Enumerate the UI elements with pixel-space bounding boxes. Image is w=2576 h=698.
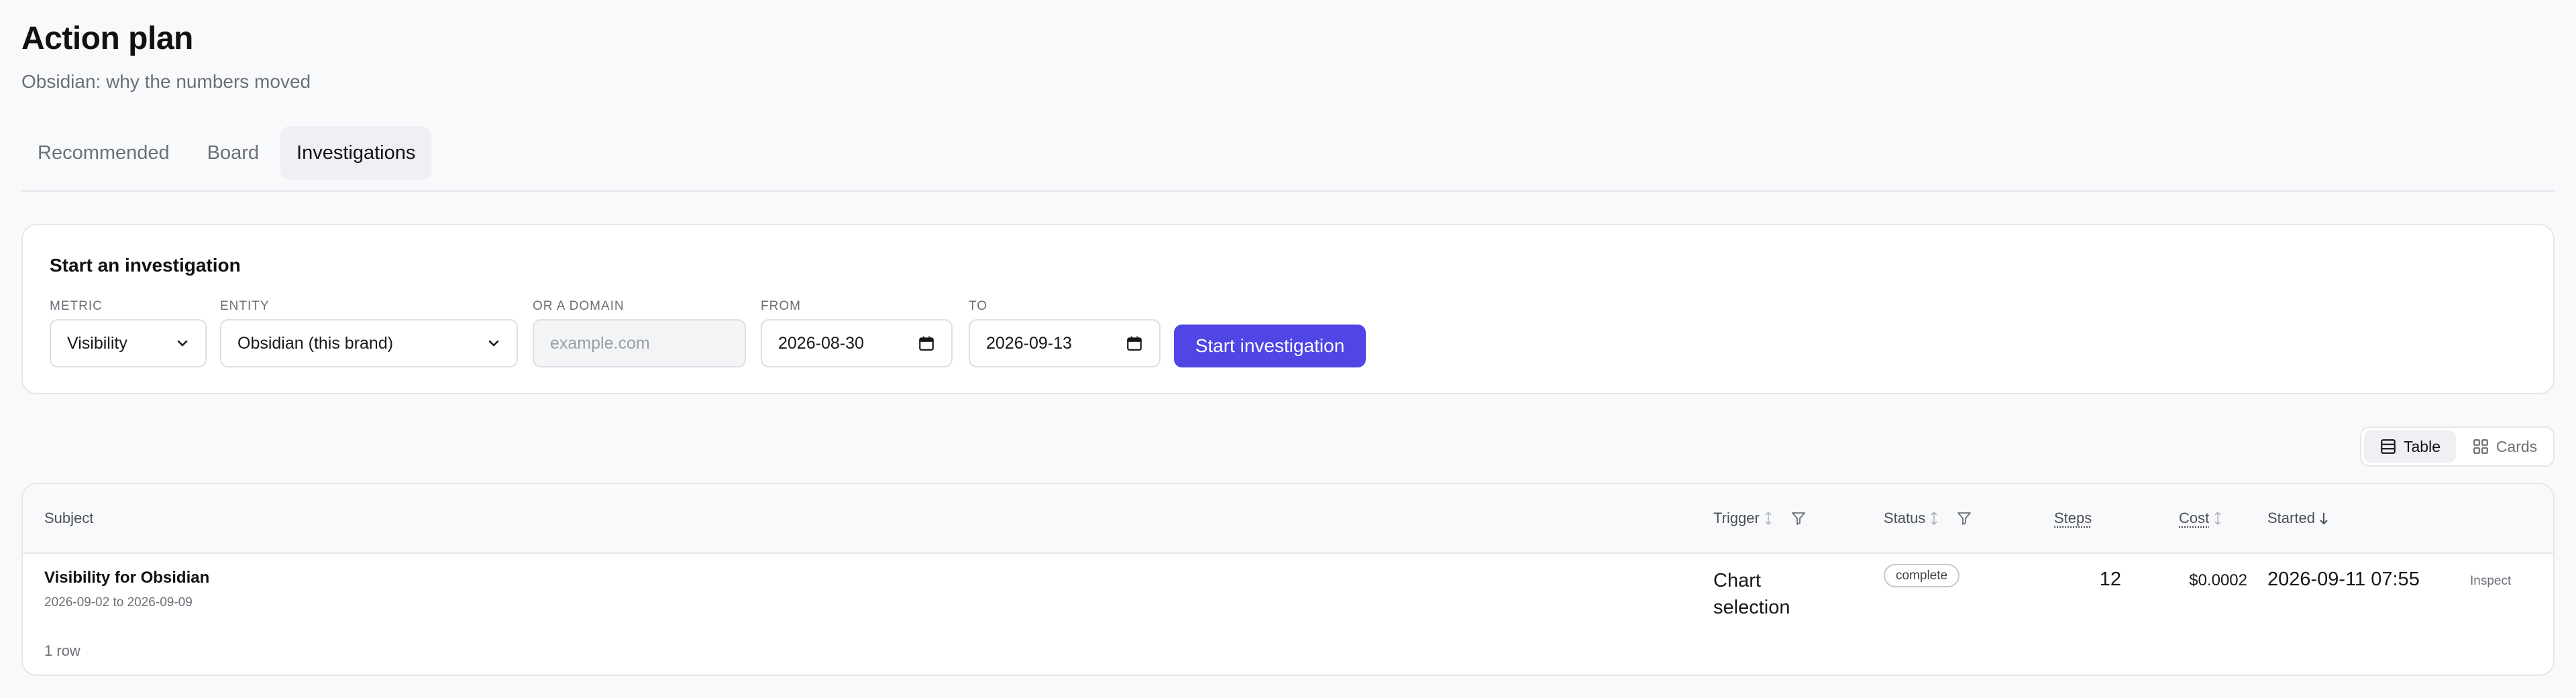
view-table-button[interactable]: Table (2364, 430, 2456, 463)
metric-select[interactable]: Visibility (50, 319, 207, 367)
view-toggle: Table Cards (2360, 426, 2555, 467)
table-header: Subject Trigger Status Steps Cost Starte… (23, 484, 2553, 554)
tab-board[interactable]: Board (191, 126, 275, 180)
sort-desc-icon (2320, 513, 2328, 525)
column-header-cost[interactable]: Cost (2179, 510, 2222, 527)
sort-icon (2214, 511, 2221, 526)
chevron-down-icon (488, 340, 499, 347)
start-investigation-panel: Start an investigation METRIC Visibility… (21, 224, 2555, 394)
sort-icon (1765, 511, 1772, 526)
column-header-status[interactable]: Status (1884, 510, 1972, 527)
column-header-subject: Subject (44, 510, 93, 527)
entity-select[interactable]: Obsidian (this brand) (220, 319, 518, 367)
column-status-label: Status (1884, 510, 1926, 526)
table-icon (2381, 439, 2396, 454)
subject-title: Visibility for Obsidian (44, 569, 210, 587)
metric-select-value: Visibility (67, 333, 127, 353)
column-subject-label: Subject (44, 510, 94, 526)
calendar-icon[interactable] (918, 335, 935, 352)
column-started-label: Started (2267, 510, 2315, 526)
view-cards-button[interactable]: Cards (2459, 430, 2551, 463)
grid-icon (2473, 439, 2488, 454)
tab-recommended[interactable]: Recommended (21, 126, 186, 180)
column-steps-label: Steps (2054, 510, 2092, 526)
page: Action plan Obsidian: why the numbers mo… (0, 0, 2576, 698)
filter-icon[interactable] (1956, 510, 1972, 526)
tab-bar: Recommended Board Investigations (21, 126, 432, 180)
entity-select-value: Obsidian (this brand) (237, 333, 394, 353)
column-header-started[interactable]: Started (2267, 510, 2328, 527)
row-count: 1 row (44, 642, 80, 659)
from-label: FROM (761, 299, 801, 313)
page-subtitle: Obsidian: why the numbers moved (21, 71, 311, 92)
domain-label: OR A DOMAIN (533, 299, 625, 313)
column-trigger-label: Trigger (1713, 510, 1760, 526)
view-cards-label: Cards (2496, 437, 2538, 455)
panel-title: Start an investigation (50, 255, 241, 276)
tabs-divider (21, 190, 2555, 192)
cost-cell: $0.0002 (2189, 571, 2247, 589)
filter-icon[interactable] (1790, 510, 1807, 526)
domain-input-placeholder: example.com (550, 333, 650, 353)
tab-investigations[interactable]: Investigations (280, 126, 432, 180)
column-header-steps[interactable]: Steps (2054, 510, 2092, 527)
entity-label: ENTITY (220, 299, 270, 313)
metric-label: METRIC (50, 299, 103, 313)
status-badge: complete (1884, 564, 1960, 587)
subject-cell: Visibility for Obsidian 2026-09-02 to 20… (44, 569, 209, 610)
status-cell: complete (1884, 564, 1960, 587)
trigger-cell: Chart selection (1713, 570, 1790, 618)
column-cost-label: Cost (2179, 510, 2210, 526)
page-title: Action plan (21, 21, 193, 56)
column-header-trigger[interactable]: Trigger (1713, 510, 1807, 527)
inspect-link[interactable]: Inspect (2470, 574, 2511, 589)
to-date-input[interactable]: 2026-09-13 (969, 319, 1161, 367)
view-table-label: Table (2404, 437, 2440, 455)
start-investigation-button[interactable]: Start investigation (1174, 325, 1366, 367)
from-date-value: 2026-08-30 (778, 333, 864, 353)
subject-date-range: 2026-09-02 to 2026-09-09 (44, 595, 193, 609)
sort-icon (1931, 511, 1937, 526)
to-label: TO (969, 299, 988, 313)
steps-cell: 12 (2099, 569, 2121, 590)
from-date-input[interactable]: 2026-08-30 (761, 319, 953, 367)
to-date-value: 2026-09-13 (986, 333, 1072, 353)
started-cell: 2026-09-11 07:55 (2267, 569, 2420, 590)
calendar-icon[interactable] (1126, 335, 1143, 352)
chevron-down-icon (177, 340, 188, 347)
domain-input[interactable]: example.com (533, 319, 746, 367)
investigations-table: Subject Trigger Status Steps Cost Starte… (21, 483, 2555, 676)
